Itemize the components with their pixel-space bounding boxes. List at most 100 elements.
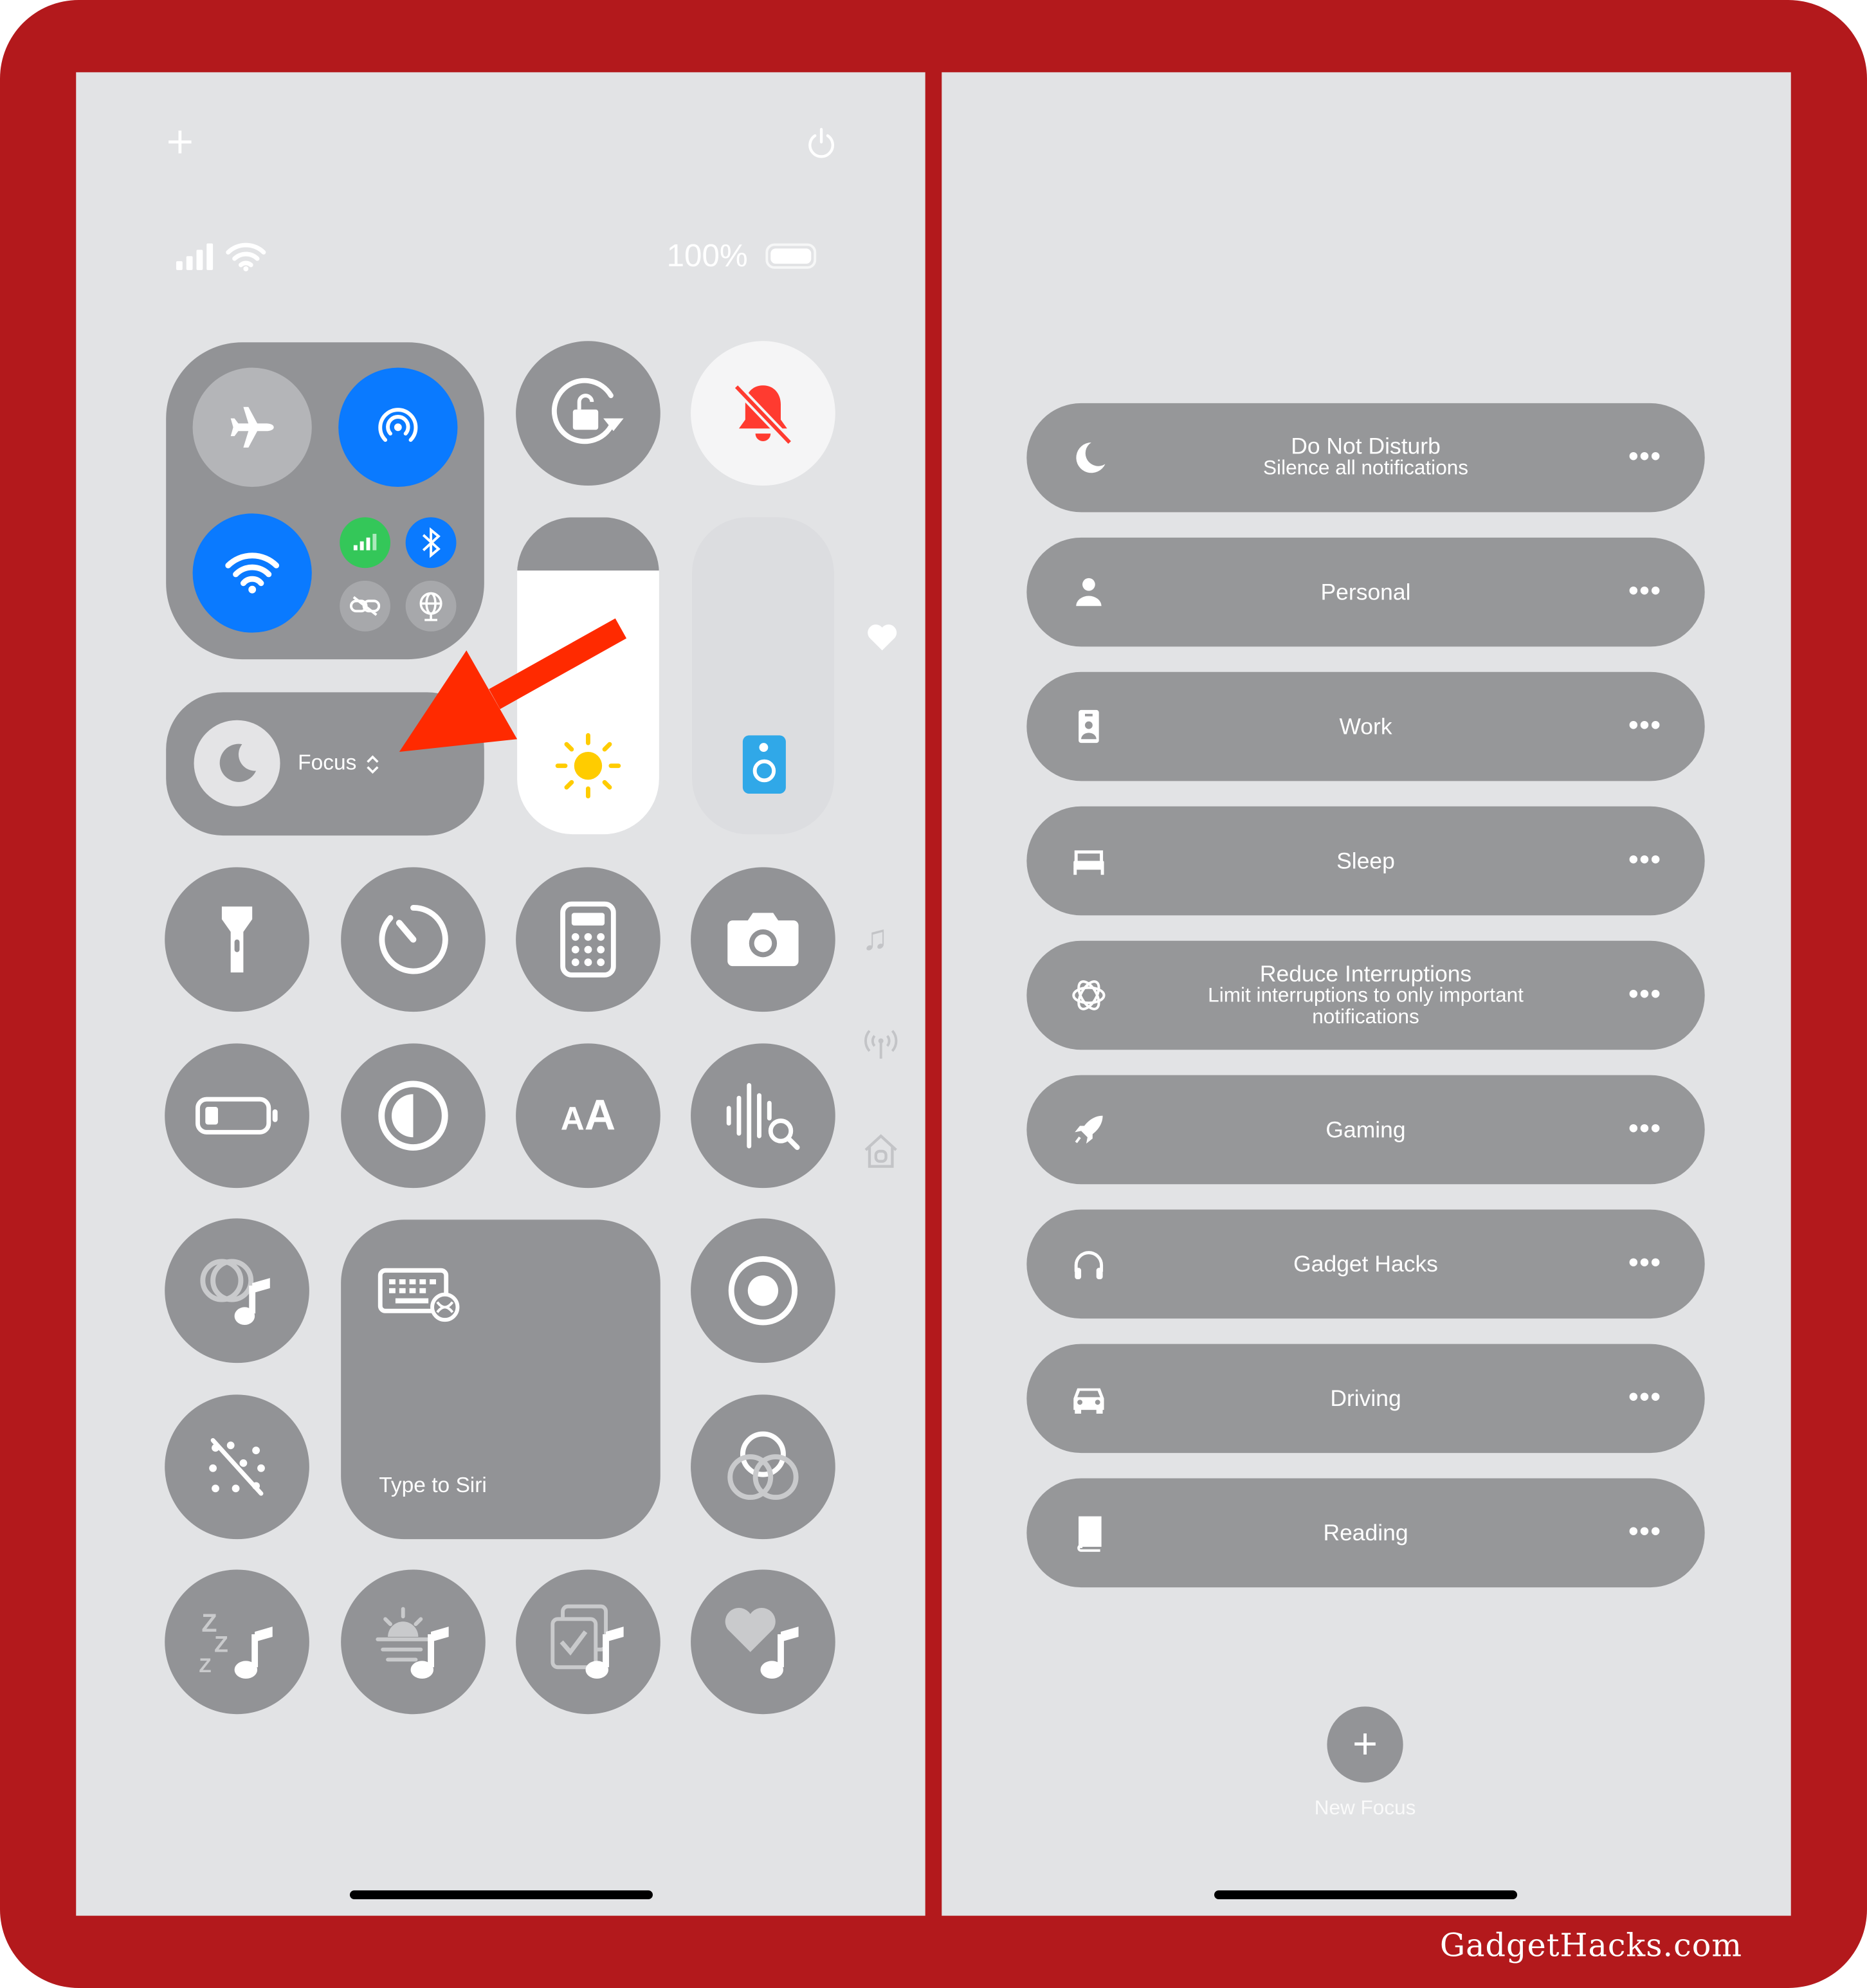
focus-mode-gaming[interactable]: Gaming ••• (1026, 1075, 1705, 1185)
globe-icon (419, 592, 442, 621)
headphones-icon (1074, 1251, 1104, 1280)
focus-mode-title: Do Not Disturb (1291, 433, 1441, 459)
focus-mode-text: Driving (1153, 1344, 1578, 1454)
airdrop-button[interactable] (338, 367, 458, 487)
rotation-lock-icon (551, 378, 624, 444)
focus-mode-title: Reading (1323, 1519, 1408, 1546)
bluetooth-button[interactable] (405, 517, 457, 569)
focus-mode-do-not-disturb[interactable]: Do Not Disturb Silence all notifications… (1026, 403, 1705, 513)
focus-mode-title: Driving (1330, 1385, 1401, 1411)
cellular-icon (353, 533, 377, 551)
car-icon (1073, 1388, 1104, 1414)
text-size-icon: AA (560, 1091, 616, 1140)
focus-mode-title: Gaming (1325, 1116, 1406, 1142)
focus-mode-personal[interactable]: Personal ••• (1026, 537, 1705, 647)
morning-sounds-button[interactable] (341, 1569, 486, 1715)
low-power-mode-button[interactable] (165, 1043, 309, 1189)
more-options-button[interactable]: ••• (1628, 1114, 1661, 1142)
focus-mode-sleep[interactable]: Sleep ••• (1026, 806, 1705, 916)
calculator-button[interactable] (516, 867, 660, 1012)
sound-recognition-button[interactable] (691, 1043, 835, 1189)
cellular-data-button[interactable] (340, 517, 391, 569)
flashlight-icon (221, 906, 253, 972)
more-options-button[interactable]: ••• (1628, 1517, 1661, 1545)
focus-mode-text: Work (1153, 672, 1578, 781)
focus-mode-gadget-hacks[interactable]: Gadget Hacks ••• (1026, 1209, 1705, 1319)
new-focus-label[interactable]: New Focus (1238, 1798, 1491, 1820)
rocket-icon (1075, 1115, 1103, 1144)
focus-mode-title: Gadget Hacks (1293, 1250, 1438, 1277)
focus-mode-title: Reduce Interruptions (1259, 960, 1472, 986)
calming-sounds-button[interactable] (691, 1569, 835, 1715)
timer-icon (379, 905, 448, 974)
type-to-siri-label: Type to Siri (379, 1473, 487, 1498)
focus-mode-driving[interactable]: Driving ••• (1026, 1344, 1705, 1454)
favorites-page-heart-icon[interactable] (866, 623, 898, 653)
focus-mode-text: Reduce Interruptions Limit interruptions… (1153, 941, 1578, 1050)
more-options-button[interactable]: ••• (1628, 1383, 1661, 1410)
sleep-sounds-button[interactable]: ZZZ (165, 1569, 309, 1715)
svg-text:Z: Z (199, 1654, 211, 1677)
bed-icon (1073, 850, 1104, 875)
connectivity-page-antenna-icon[interactable] (862, 1027, 900, 1060)
checklist-music-icon (551, 1604, 624, 1679)
screen-recording-button[interactable] (691, 1218, 835, 1363)
silent-mode-button[interactable] (691, 341, 835, 486)
record-icon (728, 1256, 798, 1326)
red-arrow-annotation (399, 618, 627, 752)
wifi-button[interactable] (192, 513, 312, 633)
text-size-button[interactable]: AA (516, 1043, 660, 1189)
sparkles-slash-icon (209, 1437, 265, 1496)
brightness-empty-track (517, 517, 659, 571)
new-focus-button[interactable]: + (1327, 1706, 1403, 1783)
focus-mode-text: Personal (1153, 538, 1578, 647)
home-indicator[interactable] (1214, 1890, 1518, 1900)
type-to-siri-button[interactable]: Type to Siri (341, 1219, 660, 1540)
more-options-button[interactable]: ••• (1628, 980, 1661, 1007)
airplane-icon (230, 406, 274, 448)
focus-mode-work[interactable]: Work ••• (1026, 671, 1705, 781)
focus-mode-reduce-interruptions[interactable]: Reduce Interruptions Limit interruptions… (1026, 940, 1705, 1050)
flashlight-button[interactable] (165, 867, 309, 1012)
sleep-music-icon: ZZZ (199, 1609, 273, 1679)
focus-menu-screen: Do Not Disturb Silence all notifications… (942, 72, 1791, 1916)
timer-button[interactable] (341, 867, 486, 1012)
keyboard-siri-icon (378, 1268, 460, 1322)
more-options-button[interactable]: ••• (1628, 442, 1661, 470)
background-sounds-button[interactable] (165, 1218, 309, 1363)
plus-icon[interactable] (167, 129, 192, 154)
airplane-mode-button[interactable] (192, 367, 312, 487)
orientation-lock-button[interactable] (516, 341, 660, 486)
more-options-button[interactable]: ••• (1628, 576, 1661, 604)
focus-mode-title: Work (1339, 713, 1392, 739)
color-filters-button[interactable] (691, 1394, 835, 1540)
focus-mode-text: Do Not Disturb Silence all notifications (1153, 403, 1578, 513)
power-icon[interactable] (806, 127, 836, 160)
volume-slider[interactable] (692, 517, 834, 835)
camera-button[interactable] (691, 867, 835, 1012)
more-options-button[interactable]: ••• (1628, 1248, 1661, 1276)
music-page-icon[interactable]: ♫ (862, 918, 888, 958)
dark-mode-button[interactable] (341, 1043, 486, 1189)
home-page-icon[interactable] (862, 1132, 900, 1170)
svg-text:Z: Z (214, 1632, 228, 1657)
reduce-motion-button[interactable] (165, 1394, 309, 1540)
focus-sounds-button[interactable] (516, 1569, 660, 1715)
focus-mode-text: Sleep (1153, 807, 1578, 916)
focus-mode-subtitle: Silence all notifications (1263, 457, 1469, 480)
more-options-button[interactable]: ••• (1628, 711, 1661, 738)
focus-mode-title: Personal (1320, 578, 1411, 605)
wifi-icon (225, 552, 280, 594)
speaker-icon (742, 735, 786, 794)
waveform-magnifier-icon (726, 1082, 800, 1150)
calculator-icon (560, 901, 616, 978)
sunrise-music-icon (376, 1607, 449, 1679)
control-center-screen: 100% Focus ♫ AA Type to Siri Z Z Z (76, 72, 925, 1916)
contrast-icon (378, 1081, 448, 1151)
more-options-button[interactable]: ••• (1628, 845, 1661, 873)
focus-moon-circle (194, 720, 280, 807)
focus-mode-title: Sleep (1336, 847, 1395, 873)
focus-mode-reading[interactable]: Reading ••• (1026, 1478, 1705, 1588)
bell-slash-icon (733, 383, 793, 446)
home-indicator[interactable] (349, 1890, 653, 1900)
